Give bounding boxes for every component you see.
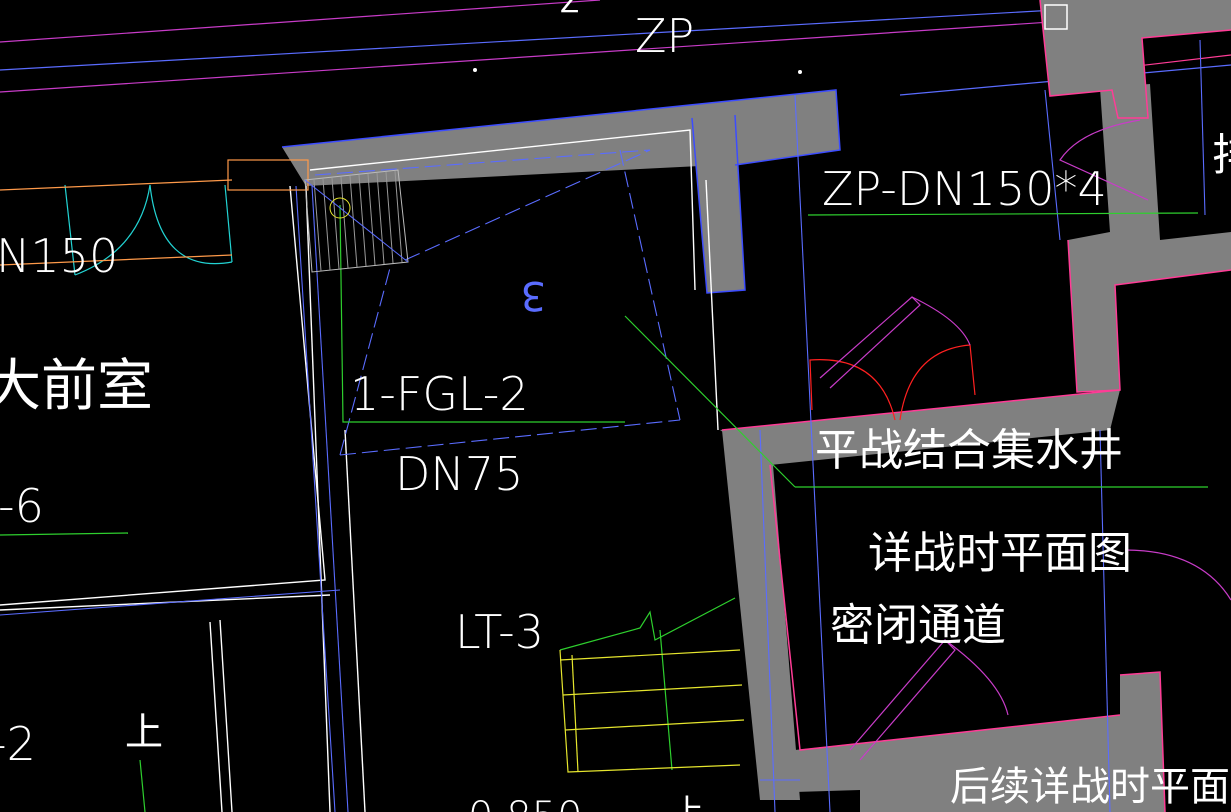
label-dn150-left: N150 bbox=[0, 229, 118, 283]
label-front-room: 大前室 bbox=[0, 354, 153, 419]
label-right-edge-char: 排 bbox=[1212, 130, 1231, 181]
label-left-code: -6 bbox=[0, 479, 44, 533]
label-bottom-char: 上 bbox=[672, 792, 704, 812]
label-bottom-partial: 0.850 bbox=[468, 794, 583, 812]
label-zp-dn150x4: ZP-DN150*4 bbox=[822, 162, 1107, 216]
label-top-stub: Z bbox=[560, 0, 579, 19]
label-up: 上 bbox=[125, 710, 163, 754]
label-airtight-passage: 密闭通道 bbox=[830, 600, 1006, 651]
label-see-wartime-plan: 详战时平面图 bbox=[868, 528, 1132, 579]
label-sump-pit: 平战结合集水井 bbox=[815, 425, 1123, 476]
label-bottom-right-note: 后续详战时平面 bbox=[950, 764, 1230, 810]
cad-drawing-canvas[interactable]: ZP Z ZP-DN150*4 N150 大前室 -6 1-FGL-2 DN75… bbox=[0, 0, 1231, 812]
label-fgl-tag: 1-FGL-2 bbox=[350, 367, 529, 421]
label-symbol-3: 3 bbox=[521, 272, 546, 318]
label-dn75: DN75 bbox=[395, 447, 523, 501]
label-lt3: LT-3 bbox=[455, 605, 544, 659]
label-zp-top: ZP bbox=[635, 9, 694, 63]
label-bottom-left-code: -2 bbox=[0, 717, 36, 771]
